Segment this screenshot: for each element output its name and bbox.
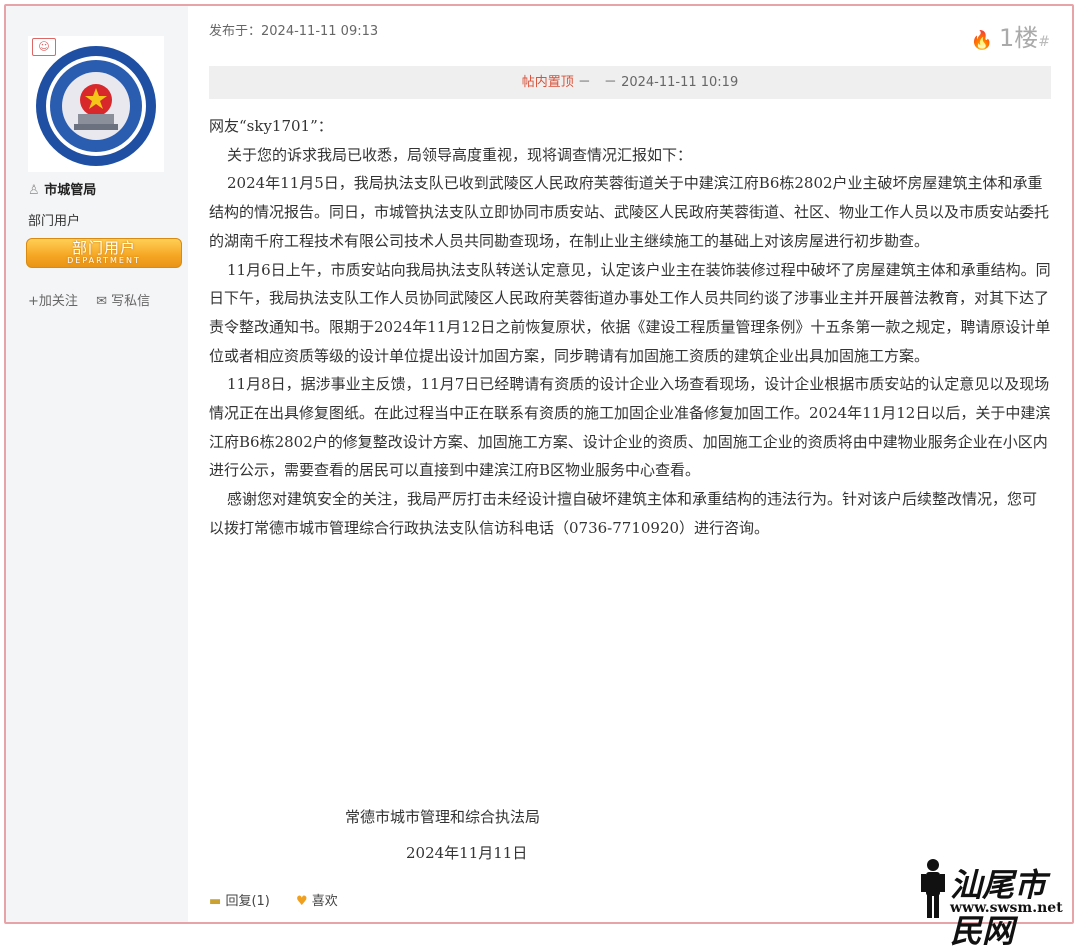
comment-icon: ▬ xyxy=(209,894,222,909)
watermark-url: www.swsm.net xyxy=(950,900,1063,916)
user-card-icon[interactable]: ☺ xyxy=(32,38,56,56)
follow-button[interactable]: +加关注 xyxy=(28,294,82,309)
user-actions: +加关注 ✉ 写私信 xyxy=(28,290,164,309)
pinned-label: 帖内置顶 xyxy=(521,75,574,90)
paragraph: 2024年11月5日，我局执法支队已收到武陵区人民政府芙蓉街道关于中建滨江府B6… xyxy=(209,174,1050,250)
username[interactable]: ♙ 市城管局 xyxy=(28,179,96,198)
username-label[interactable]: 市城管局 xyxy=(44,183,96,198)
paragraph: 感谢您对建筑安全的关注，我局严厉打击未经设计擅自破坏建筑主体和承重结构的违法行为… xyxy=(209,490,1038,537)
mail-icon: ✉ xyxy=(96,294,107,309)
post-content: 网友“sky1701”： 关于您的诉求我局已收悉，局领导高度重视，现将调查情况汇… xyxy=(209,112,1051,543)
pinned-time: 2024-11-11 10:19 xyxy=(621,75,739,90)
paragraph: 关于您的诉求我局已收悉，局领导高度重视，现将调查情况汇报如下： xyxy=(227,145,693,164)
like-label[interactable]: 喜欢 xyxy=(312,894,338,909)
message-button[interactable]: ✉ 写私信 xyxy=(96,294,150,309)
post-footer: ▬ 回复(1) ♥ 喜欢 xyxy=(209,890,360,909)
emblem-logo xyxy=(36,46,156,166)
floor-label[interactable]: 1楼 xyxy=(999,24,1038,52)
floor-hash[interactable]: # xyxy=(1038,34,1050,50)
watermark-logo: 汕尾市民网 www.swsm.net xyxy=(918,858,1074,950)
pinned-bar: 帖内置顶 － － 2024-11-11 10:19 xyxy=(209,66,1051,99)
reply-button[interactable]: ▬ 回复(1) xyxy=(209,894,274,909)
paragraph: 11月6日上午，市质安站向我局执法支队转送认定意见，认定该户业主在装饰装修过程中… xyxy=(209,260,1051,365)
follow-label[interactable]: 加关注 xyxy=(39,294,78,309)
publish-time: 发布于：2024-11-11 09:13 xyxy=(209,24,379,39)
like-button[interactable]: ♥ 喜欢 xyxy=(296,894,338,909)
signature: 常德市城市管理和综合执法局 xyxy=(345,808,541,826)
department-badge-zh: 部门用户 xyxy=(71,239,136,257)
heart-icon: ♥ xyxy=(296,894,308,909)
pinned-separator: － － xyxy=(577,75,617,90)
department-badge: 部门用户 DEPARTMENT xyxy=(26,238,182,268)
greeting: 网友“sky1701”： xyxy=(209,117,333,135)
avatar[interactable]: ☺ xyxy=(28,36,164,172)
fire-icon: 🔥 xyxy=(970,30,993,51)
signature-date: 2024年11月11日 xyxy=(406,844,528,862)
paragraph: 11月8日，据涉事业主反馈，11月7日已经聘请有资质的设计企业入场查看现场，设计… xyxy=(209,375,1051,480)
user-icon: ♙ xyxy=(28,183,40,198)
user-group: 部门用户 xyxy=(28,214,81,229)
floor-number[interactable]: 🔥 1楼# xyxy=(971,18,1050,53)
reply-label[interactable]: 回复(1) xyxy=(225,894,269,909)
plus-icon: + xyxy=(28,294,39,309)
person-silhouette-icon xyxy=(921,859,945,918)
department-badge-en: DEPARTMENT xyxy=(67,256,141,265)
message-label[interactable]: 写私信 xyxy=(111,294,150,309)
